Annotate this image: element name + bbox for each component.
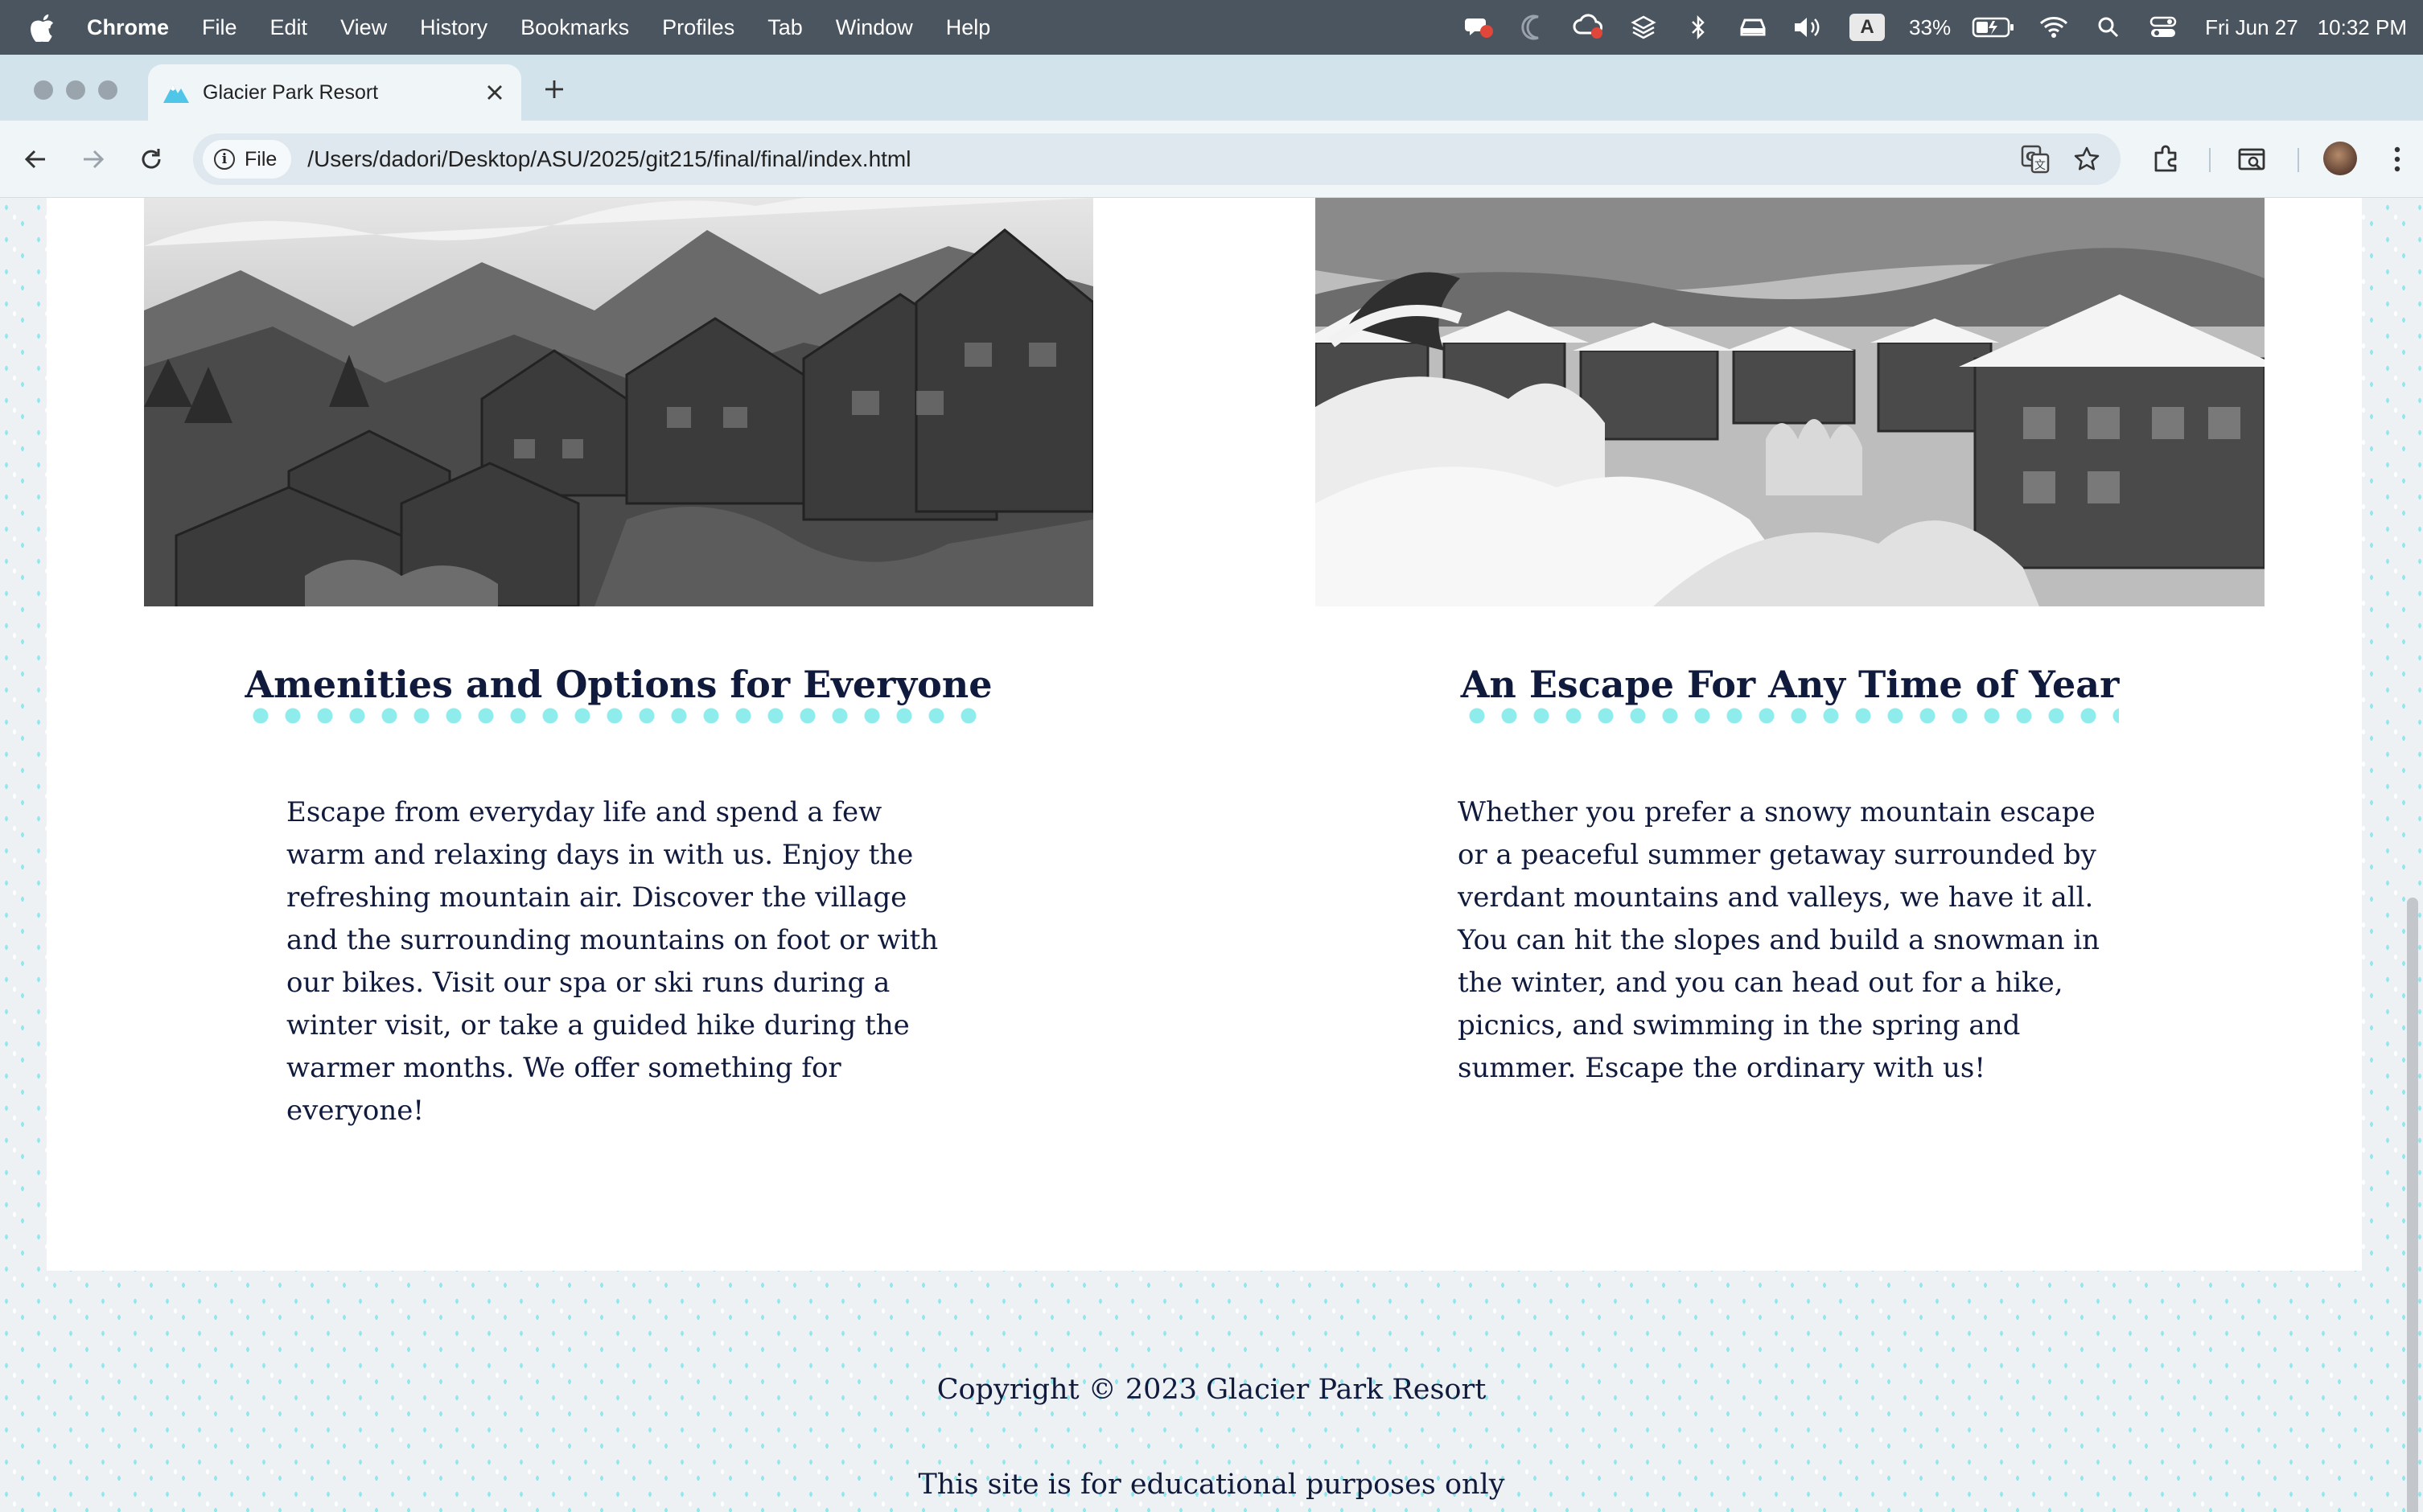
page-scrollbar[interactable] <box>2402 198 2423 1512</box>
cloud-sync-icon[interactable] <box>1573 11 1605 43</box>
volume-icon[interactable] <box>1792 11 1824 43</box>
toolbar-divider <box>2298 148 2299 172</box>
menu-profiles[interactable]: Profiles <box>662 15 734 40</box>
content-section: Amenities and Options for Everyone An Es… <box>47 198 2362 1271</box>
window-zoom-button[interactable] <box>98 80 117 100</box>
menu-bar-date[interactable]: Fri Jun 27 <box>2205 15 2298 40</box>
svg-text:文: 文 <box>2034 159 2046 172</box>
battery-percent: 33% <box>1909 14 1952 39</box>
scrollbar-thumb[interactable] <box>2407 898 2418 1512</box>
control-center-icon[interactable] <box>2147 11 2179 43</box>
browser-tab-active[interactable]: Glacier Park Resort <box>148 64 521 121</box>
seasons-heading: An Escape For Any Time of Year <box>1315 663 2265 724</box>
info-icon: i <box>214 149 235 170</box>
car-icon[interactable] <box>1737 11 1769 43</box>
browser-toolbar: i File /Users/dadori/Desktop/ASU/2025/gi… <box>0 121 2423 198</box>
site-info-chip[interactable]: i File <box>203 140 292 179</box>
tab-search-icon[interactable] <box>2233 140 2272 179</box>
do-not-disturb-icon[interactable] <box>1518 11 1550 43</box>
spotlight-search-icon[interactable] <box>2092 11 2125 43</box>
input-source-indicator[interactable]: A <box>1849 14 1886 41</box>
alpine-village-photo <box>144 198 1093 606</box>
menu-chrome[interactable]: Chrome <box>87 15 169 40</box>
wifi-icon[interactable] <box>2038 11 2070 43</box>
tab-title: Glacier Park Resort <box>203 80 379 104</box>
window-close-button[interactable] <box>34 80 53 100</box>
translate-icon[interactable]: G文 <box>2016 140 2055 179</box>
amenities-heading-text: Amenities and Options for Everyone <box>245 663 993 724</box>
amenities-heading: Amenities and Options for Everyone <box>144 663 1093 724</box>
back-button[interactable] <box>16 140 55 179</box>
browser-tab-strip: Glacier Park Resort <box>0 55 2423 121</box>
apple-logo-icon[interactable] <box>31 11 58 43</box>
footer-disclaimer: This site is for educational purposes on… <box>918 1469 1505 1501</box>
chrome-menu-icon[interactable] <box>2378 140 2417 179</box>
layers-icon[interactable] <box>1627 11 1660 43</box>
macos-menu-bar: Chrome File Edit View History Bookmarks … <box>0 0 2423 55</box>
extensions-icon[interactable] <box>2146 140 2185 179</box>
site-info-label: File <box>245 147 278 171</box>
menu-view[interactable]: View <box>340 15 387 40</box>
seasons-paragraph: Whether you prefer a snowy mountain esca… <box>1458 796 2100 1084</box>
forward-button[interactable] <box>74 140 113 179</box>
bookmark-star-icon[interactable] <box>2067 140 2106 179</box>
menu-bar-time[interactable]: 10:32 PM <box>2318 15 2407 40</box>
address-bar[interactable]: i File /Users/dadori/Desktop/ASU/2025/gi… <box>193 134 2121 185</box>
battery-icon[interactable] <box>1972 11 2015 43</box>
bluetooth-icon[interactable] <box>1682 11 1714 43</box>
menu-help[interactable]: Help <box>946 15 991 40</box>
new-tab-button[interactable] <box>537 72 571 106</box>
menu-edit[interactable]: Edit <box>270 15 308 40</box>
tab-close-icon[interactable] <box>483 80 507 105</box>
reload-button[interactable] <box>132 140 171 179</box>
web-page-viewport[interactable]: Amenities and Options for Everyone An Es… <box>0 198 2423 1512</box>
menu-history[interactable]: History <box>420 15 487 40</box>
menu-bar-status-area: A 33% Fri Jun 27 10:32 PM <box>1452 0 2423 55</box>
mountain-favicon-icon <box>162 80 190 105</box>
menu-tab[interactable]: Tab <box>767 15 803 40</box>
window-minimize-button[interactable] <box>66 80 85 100</box>
profile-avatar[interactable] <box>2323 142 2357 175</box>
snowy-village-photo <box>1315 198 2265 606</box>
menu-bookmarks[interactable]: Bookmarks <box>520 15 629 40</box>
url-text[interactable]: /Users/dadori/Desktop/ASU/2025/git215/fi… <box>307 146 911 172</box>
seasons-heading-text: An Escape For Any Time of Year <box>1460 663 2119 724</box>
amenities-paragraph: Escape from everyday life and spend a fe… <box>286 796 939 1127</box>
toolbar-divider <box>2209 148 2211 172</box>
omnibox-actions: G文 <box>2003 140 2106 179</box>
menu-window[interactable]: Window <box>836 15 913 40</box>
menu-file[interactable]: File <box>202 15 237 40</box>
screen-record-icon[interactable] <box>1463 11 1495 43</box>
footer-copyright: Copyright © 2023 Glacier Park Resort <box>936 1374 1487 1406</box>
